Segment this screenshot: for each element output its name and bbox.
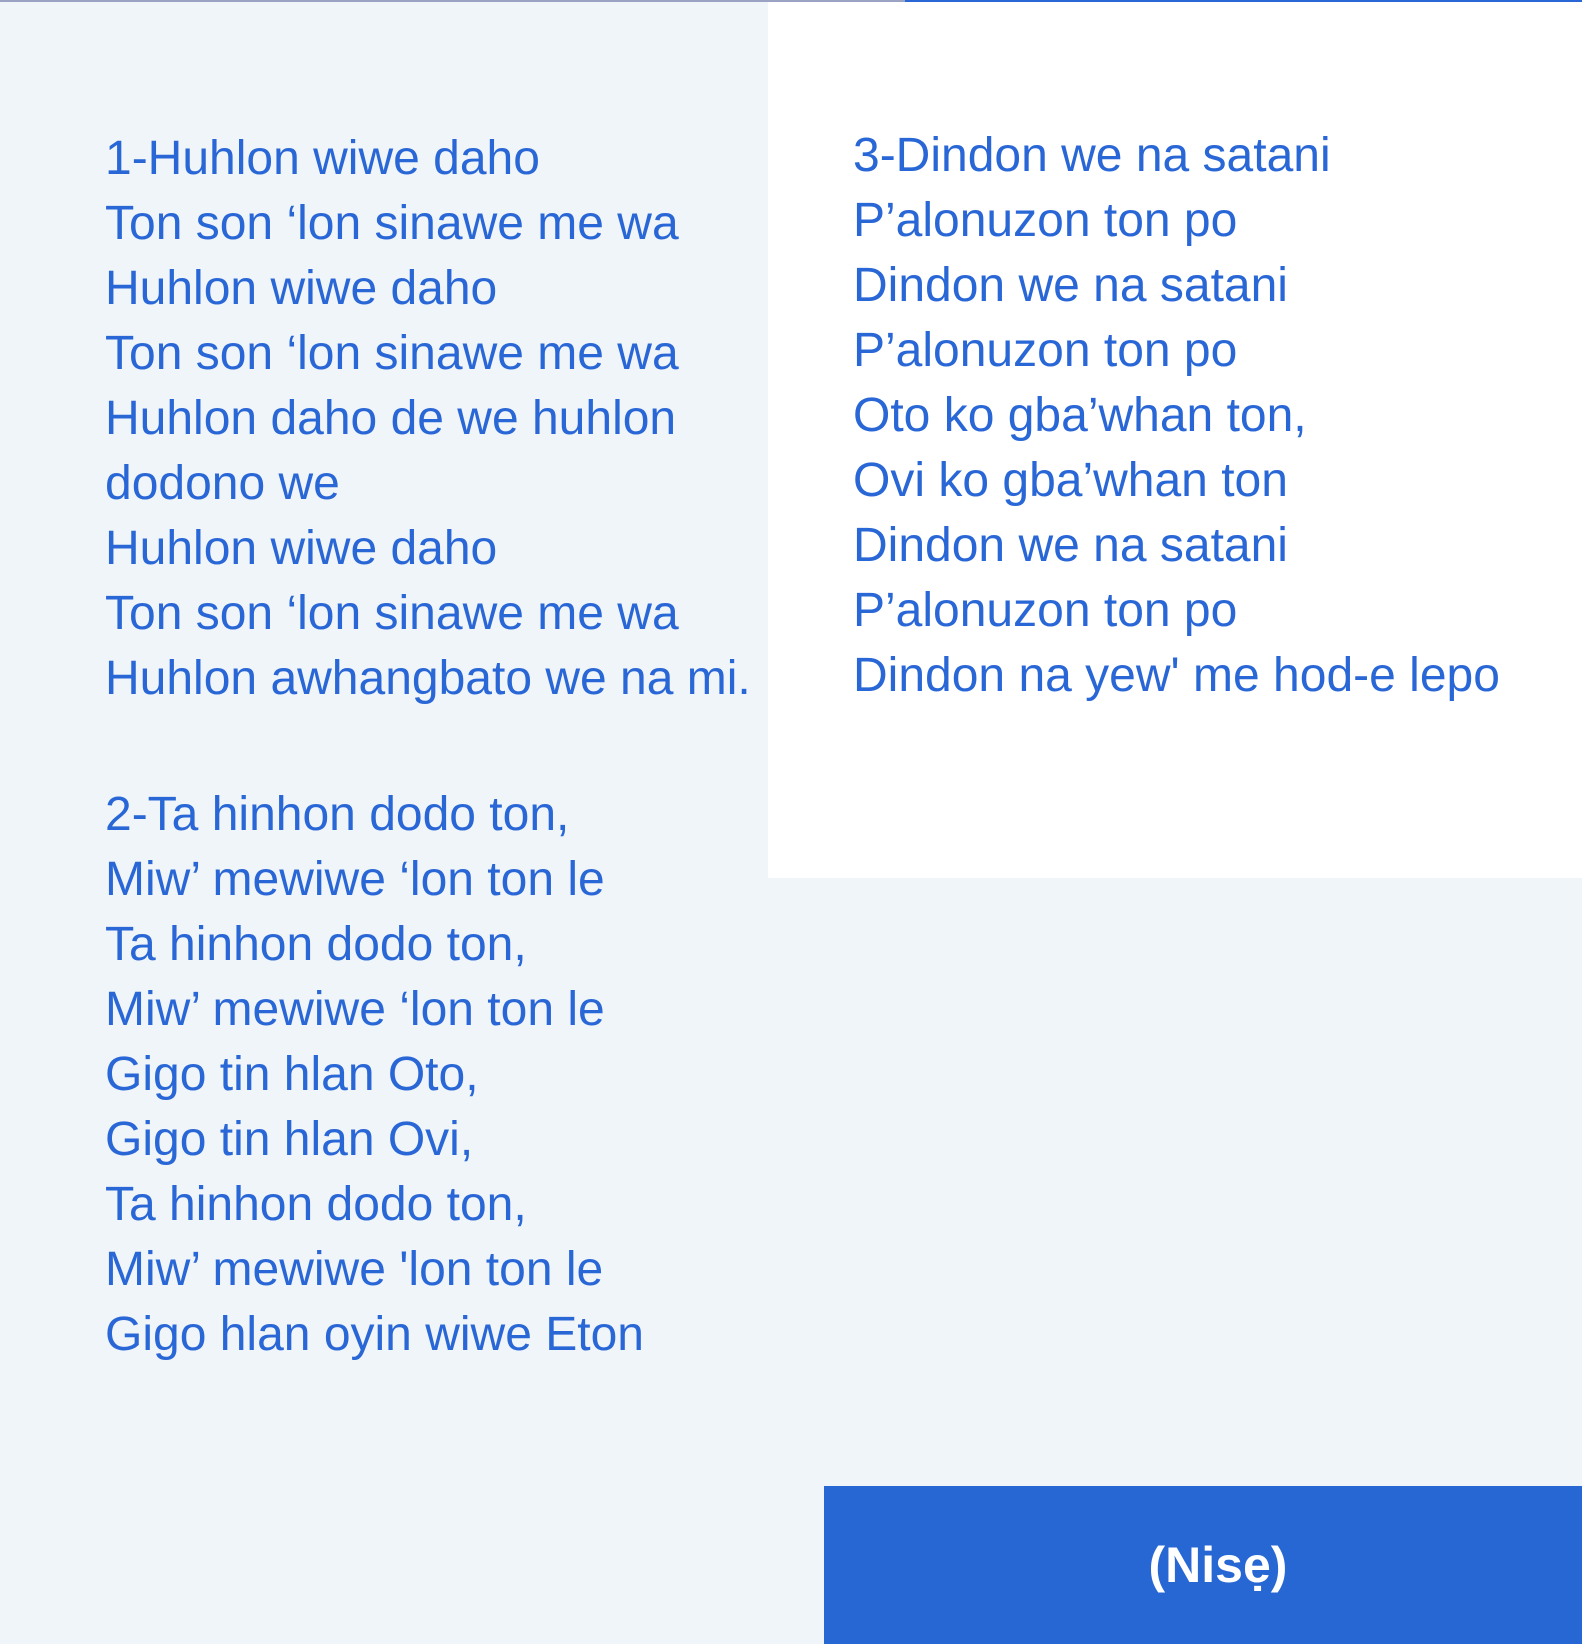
verse-line: Huhlon awhangbato we na mi. — [105, 652, 751, 705]
verse-line: Huhlon daho de we huhlon — [105, 392, 677, 445]
verse-3: 3-Dindon we na satani P’alonuzon ton po … — [853, 123, 1500, 708]
verse-line: Huhlon wiwe daho — [105, 522, 498, 575]
verse-1: 1-Huhlon wiwe daho Ton son ‘lon sinawe m… — [105, 126, 751, 711]
verse-line: Dindon na yew' me hod-e lepo — [853, 649, 1500, 702]
verse-line: dodono we — [105, 457, 340, 510]
verse-line: Huhlon wiwe daho — [105, 262, 498, 315]
verse-line: Gigo tin hlan Ovi, — [105, 1113, 474, 1166]
signature-box: (Nisẹ) — [824, 1486, 1582, 1644]
verse-line: P’alonuzon ton po — [853, 584, 1238, 637]
verse-line: Gigo tin hlan Oto, — [105, 1048, 479, 1101]
verse-line: P’alonuzon ton po — [853, 194, 1238, 247]
verse-line: Ton son ‘lon sinawe me wa — [105, 197, 679, 250]
verse-line: P’alonuzon ton po — [853, 324, 1238, 377]
verse-line: 2-Ta hinhon dodo ton, — [105, 788, 570, 841]
verse-line: Miw’ mewiwe 'lon ton le — [105, 1243, 604, 1296]
verse-line: Dindon we na satani — [853, 519, 1288, 572]
verse-line: 3-Dindon we na satani — [853, 129, 1331, 182]
verse-line: Miw’ mewiwe ‘lon ton le — [105, 983, 605, 1036]
verse-line: Ta hinhon dodo ton, — [105, 1178, 527, 1231]
verse-line: Ovi ko gba’whan ton — [853, 454, 1288, 507]
verse-line: Oto ko gba’whan ton, — [853, 389, 1307, 442]
verse-line: Dindon we na satani — [853, 259, 1288, 312]
verse-line: Ton son ‘lon sinawe me wa — [105, 327, 679, 380]
signature: (Nisẹ) — [1148, 1537, 1288, 1593]
verse-line: Ton son ‘lon sinawe me wa — [105, 587, 679, 640]
verse-line: Miw’ mewiwe ‘lon ton le — [105, 853, 605, 906]
verse-line: Ta hinhon dodo ton, — [105, 918, 527, 971]
verse-line: Gigo hlan oyin wiwe Eton — [105, 1308, 644, 1361]
verse-line: 1-Huhlon wiwe daho — [105, 132, 540, 185]
page: { "verses": [ { "lines": [ "1-Huhlon wiw… — [0, 0, 1582, 1644]
verse-2: 2-Ta hinhon dodo ton, Miw’ mewiwe ‘lon t… — [105, 782, 644, 1367]
